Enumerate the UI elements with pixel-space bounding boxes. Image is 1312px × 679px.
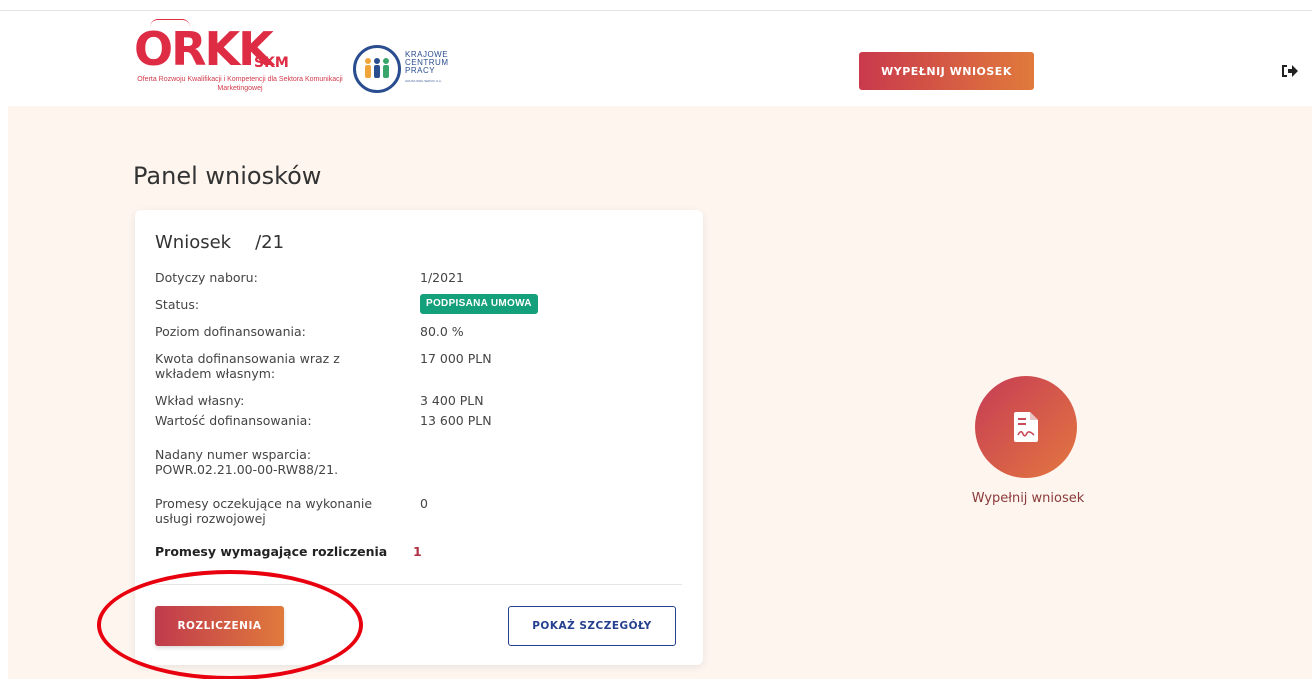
row-value-pending-promises: 0: [420, 496, 428, 511]
row-value-funding-level: 80.0 %: [420, 324, 464, 339]
row-value-amount-with-own: 17 000 PLN: [420, 351, 492, 366]
page-title: Panel wniosków: [133, 162, 322, 190]
row-value-recruitment: 1/2021: [420, 270, 464, 285]
orkk-logo-skm: SKM: [254, 55, 289, 71]
fill-application-tile[interactable]: Wypełnij wniosek: [966, 376, 1090, 516]
row-label-pending-promises: Promesy oczekujące na wykonanie: [155, 496, 373, 511]
row-value-own-contribution: 3 400 PLN: [420, 393, 484, 408]
row-value-support-number: POWR.02.21.00-00-RW88/21.: [155, 462, 339, 477]
fill-application-button[interactable]: WYPEŁNIJ WNIOSEK: [859, 52, 1034, 90]
signed-document-icon: [1014, 412, 1038, 442]
row-label-amount-with-own: Kwota dofinansowania wraz z: [155, 351, 340, 366]
row-label-recruitment: Dotyczy naboru:: [155, 270, 258, 285]
show-details-button[interactable]: POKAŻ SZCZEGÓŁY: [508, 606, 676, 646]
row-value-funding-value: 13 600 PLN: [420, 413, 492, 428]
row-label-amount-with-own-2: wkładem własnym:: [155, 366, 276, 381]
kcp-line3: PRACY: [405, 66, 436, 75]
row-label-status: Status:: [155, 297, 200, 312]
row-label-promises-to-settle: Promesy wymagające rozliczenia: [155, 544, 388, 559]
orkk-logo-text: ORKK: [134, 22, 274, 76]
kcp-line4: GRUPA WDH SERVIC S.A.: [405, 79, 442, 83]
status-badge: PODPISANA UMOWA: [420, 294, 538, 314]
row-label-pending-promises-2: usługi rozwojowej: [155, 511, 266, 526]
kcp-logo-text: KRAJOWE CENTRUM PRACY GRUPA WDH SERVIC S…: [405, 51, 449, 85]
row-label-support-number: Nadany numer wsparcia:: [155, 447, 312, 462]
row-label-funding-level: Poziom dofinansowania:: [155, 324, 306, 339]
fill-application-circle[interactable]: [975, 376, 1077, 478]
application-card: Wniosek/21 Dotyczy naboru: 1/2021 Status…: [135, 210, 703, 665]
sign-out-icon[interactable]: [1281, 63, 1299, 79]
row-value-promises-to-settle: 1: [413, 544, 422, 559]
row-label-own-contribution: Wkład własny:: [155, 393, 245, 408]
orkk-logo[interactable]: ORKK SKM Oferta Rozwoju Kwalifikacji i K…: [134, 19, 346, 117]
orkk-logo-tagline: Oferta Rozwoju Kwalifikacji i Kompetencj…: [137, 76, 343, 92]
fill-application-label[interactable]: Wypełnij wniosek: [966, 491, 1090, 506]
card-title-prefix: Wniosek: [155, 232, 232, 253]
card-title: Wniosek/21: [155, 232, 284, 253]
kcp-logo-emblem: [353, 45, 401, 93]
kcp-logo: KRAJOWE CENTRUM PRACY GRUPA WDH SERVIC S…: [353, 45, 463, 95]
main-area: Panel wniosków Wniosek/21 Dotyczy naboru…: [8, 106, 1312, 679]
settlements-button[interactable]: ROZLICZENIA: [155, 606, 284, 646]
app-header: ORKK SKM Oferta Rozwoju Kwalifikacji i K…: [0, 11, 1312, 106]
row-label-funding-value: Wartość dofinansowania:: [155, 413, 312, 428]
card-divider: [155, 584, 682, 585]
card-title-number: /21: [255, 232, 285, 253]
